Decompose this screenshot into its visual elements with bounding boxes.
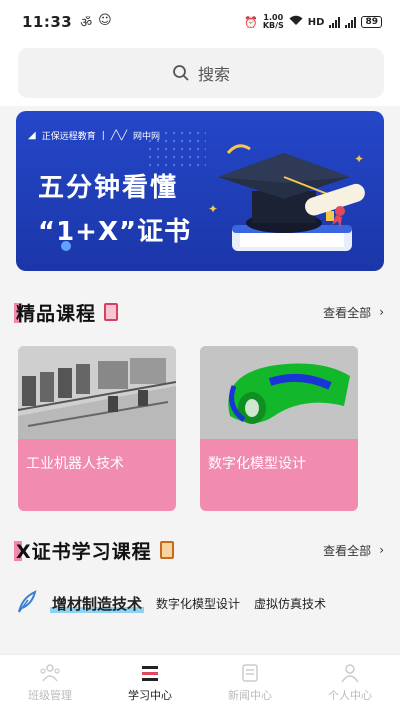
cert-tabs: 增材制造技术 数字化模型设计 虚拟仿真技术 xyxy=(16,588,384,618)
search-input[interactable]: 搜索 xyxy=(18,48,384,98)
decorative-dots xyxy=(146,129,206,169)
banner-brand-1: 正保远程教育 xyxy=(41,132,96,142)
search-area: 搜索 xyxy=(0,44,400,106)
class-management-icon xyxy=(40,664,60,682)
course-thumbnail xyxy=(200,346,358,439)
nav-label: 学习中心 xyxy=(128,689,172,702)
nav-label: 新闻中心 xyxy=(228,689,272,702)
status-time: 11:33 xyxy=(22,13,73,31)
graduation-cap-illustration: ✦ ✦ xyxy=(208,144,365,251)
course-thumbnail xyxy=(18,346,176,439)
qq-icon: ☺ xyxy=(98,13,112,28)
wangzhongwang-logo-icon: ╱╲╱ xyxy=(110,130,128,141)
news-center-icon xyxy=(242,664,258,682)
cad-model-illustration xyxy=(200,346,358,439)
chevron-right-icon: › xyxy=(379,305,384,319)
featured-title: 精品课程 xyxy=(13,299,96,326)
network-speed-unit: KB/S xyxy=(262,21,284,30)
tab-digital-model-design[interactable]: 数字化模型设计 xyxy=(156,595,240,612)
course-card-digital-model[interactable]: 数字化模型设计 xyxy=(200,346,358,511)
network-speed: 1.00 KB/S xyxy=(263,14,284,30)
bottom-nav: 班级管理 学习中心 新闻中心 个人中心 xyxy=(0,654,400,711)
notification-icon: ॐ xyxy=(80,16,93,31)
signal-icon xyxy=(329,16,341,28)
nav-item-learning-center[interactable]: 学习中心 xyxy=(100,655,200,711)
status-bar: 11:33 ॐ ☺ ⏰ 1.00 KB/S HD 89 xyxy=(0,0,400,44)
nav-label: 个人中心 xyxy=(328,689,372,702)
learning-center-icon xyxy=(142,666,158,681)
course-card-robotics[interactable]: 工业机器人技术 xyxy=(18,346,176,511)
cert-section-header: X证书学习课程 查看全部 › xyxy=(14,534,384,566)
banner-page-indicator xyxy=(61,241,71,251)
cert-title: X证书学习课程 xyxy=(14,537,152,564)
book-icon xyxy=(104,303,119,321)
banner-brand: ◢ 正保远程教育 | ╱╲╱ 网中网 xyxy=(28,129,160,142)
nav-item-profile[interactable]: 个人中心 xyxy=(300,655,400,711)
zhengbao-logo-icon: ◢ xyxy=(28,130,36,141)
featured-view-all-label: 查看全部 xyxy=(323,305,372,320)
banner-title-line1: 五分钟看懂 xyxy=(38,173,179,203)
factory-illustration xyxy=(18,346,176,439)
featured-section-header: 精品课程 查看全部 › xyxy=(13,296,384,328)
svg-text:✦: ✦ xyxy=(354,152,364,166)
nav-item-class-management[interactable]: 班级管理 xyxy=(0,655,100,711)
nav-label: 班级管理 xyxy=(28,689,72,702)
course-label: 工业机器人技术 xyxy=(26,456,124,472)
hd-label: HD xyxy=(307,16,325,28)
battery-icon: 89 xyxy=(361,16,382,28)
tab-virtual-simulation[interactable]: 虚拟仿真技术 xyxy=(254,595,326,612)
tab-additive-manufacturing[interactable]: 增材制造技术 xyxy=(49,593,145,614)
feather-icon xyxy=(16,589,38,617)
book-icon xyxy=(159,541,174,559)
search-placeholder: 搜索 xyxy=(197,65,230,84)
chevron-right-icon: › xyxy=(379,543,384,557)
svg-text:✦: ✦ xyxy=(208,202,218,216)
signal-icon-2 xyxy=(345,16,357,28)
cert-view-all-label: 查看全部 xyxy=(323,543,372,558)
nav-item-news-center[interactable]: 新闻中心 xyxy=(200,655,300,711)
course-label: 数字化模型设计 xyxy=(208,456,306,472)
featured-view-all-button[interactable]: 查看全部 › xyxy=(323,304,384,321)
profile-icon xyxy=(341,664,359,683)
wifi-icon xyxy=(289,15,303,29)
search-icon xyxy=(173,65,189,81)
alarm-icon: ⏰ xyxy=(244,15,258,29)
cert-view-all-button[interactable]: 查看全部 › xyxy=(323,542,384,559)
promo-banner[interactable]: ◢ 正保远程教育 | ╱╲╱ 网中网 五分钟看懂 “1+X”证书 ✦ ✦ xyxy=(16,111,384,271)
